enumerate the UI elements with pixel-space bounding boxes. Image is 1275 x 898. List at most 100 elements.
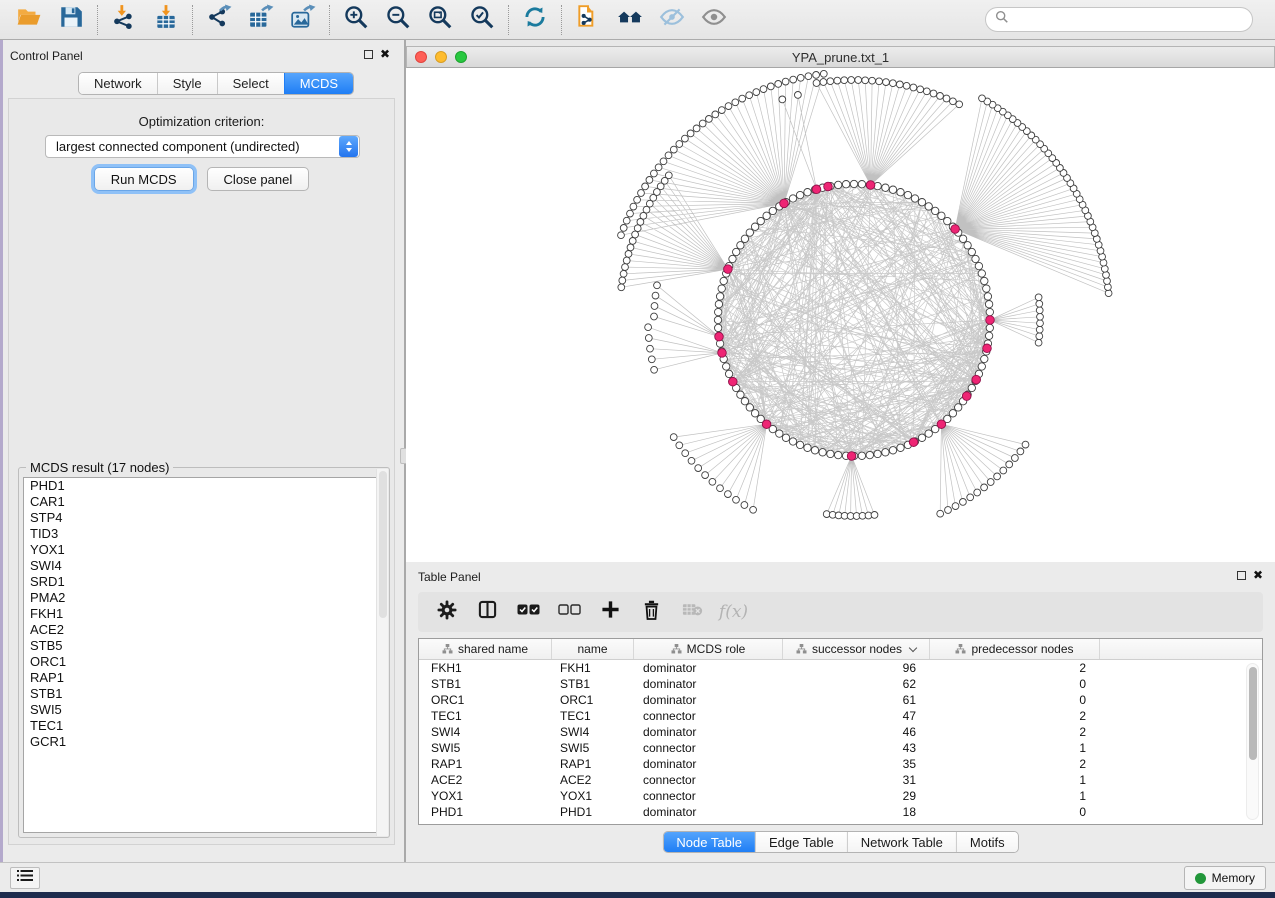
plus-icon <box>601 600 620 624</box>
save-session-button[interactable] <box>50 4 92 36</box>
tab-style[interactable]: Style <box>157 73 217 94</box>
add-row-button[interactable] <box>592 597 629 627</box>
column-header-predecessor-nodes[interactable]: predecessor nodes <box>930 639 1100 659</box>
network-title-bar[interactable]: YPA_prune.txt_1 <box>406 46 1275 68</box>
mcds-result-item[interactable]: STB1 <box>24 686 384 702</box>
table-row[interactable]: YOX1YOX1connector291 <box>419 788 1262 804</box>
table-cell: connector <box>634 789 783 803</box>
refresh-button[interactable] <box>514 4 556 36</box>
column-header-shared-name[interactable]: shared name <box>419 639 552 659</box>
network-canvas-svg[interactable] <box>406 68 1275 562</box>
table-cell: dominator <box>634 661 783 675</box>
node-table-body: FKH1FKH1dominator962STB1STB1dominator620… <box>419 660 1262 820</box>
run-mcds-button[interactable]: Run MCDS <box>94 167 194 191</box>
table-row[interactable]: ACE2ACE2connector311 <box>419 772 1262 788</box>
function-builder-button[interactable]: f(x) <box>715 597 752 627</box>
delete-table-button[interactable] <box>674 597 711 627</box>
first-neighbors-button[interactable] <box>609 4 651 36</box>
export-table-button[interactable] <box>240 4 282 36</box>
column-header-successor-nodes[interactable]: successor nodes <box>783 639 930 659</box>
mcds-result-item[interactable]: PMA2 <box>24 590 384 606</box>
table-row[interactable]: SWI4SWI4dominator462 <box>419 724 1262 740</box>
mcds-result-item[interactable]: STB5 <box>24 638 384 654</box>
table-cell: STB1 <box>552 677 634 691</box>
table-row[interactable]: RAP1RAP1dominator352 <box>419 756 1262 772</box>
export-network-button[interactable] <box>198 4 240 36</box>
table-cell: connector <box>634 773 783 787</box>
table-row[interactable]: PHD1PHD1dominator180 <box>419 804 1262 820</box>
table-cell: TEC1 <box>419 709 552 723</box>
mcds-result-item[interactable]: PHD1 <box>24 478 384 494</box>
mcds-result-item[interactable]: SWI5 <box>24 702 384 718</box>
close-panel-icon[interactable]: ✖ <box>380 50 390 59</box>
toolbar-separator <box>192 5 193 35</box>
table-row[interactable]: STB1STB1dominator620 <box>419 676 1262 692</box>
tab-motifs[interactable]: Motifs <box>956 832 1018 852</box>
task-history-button[interactable] <box>10 867 40 889</box>
mcds-result-item[interactable]: TID3 <box>24 526 384 542</box>
table-scrollbar[interactable] <box>1246 663 1259 820</box>
mcds-result-item[interactable]: YOX1 <box>24 542 384 558</box>
column-header-name[interactable]: name <box>552 639 634 659</box>
mcds-result-item[interactable]: STP4 <box>24 510 384 526</box>
zoom-out-button[interactable] <box>377 4 419 36</box>
open-session-button[interactable] <box>8 4 50 36</box>
table-panel: Table Panel ✖ <box>406 562 1275 862</box>
tab-mcds[interactable]: MCDS <box>284 73 353 94</box>
search-box[interactable] <box>985 7 1253 32</box>
mcds-result-item[interactable]: CAR1 <box>24 494 384 510</box>
select-all-button[interactable] <box>510 597 547 627</box>
optimization-dropdown[interactable]: largest connected component (undirected) <box>45 135 360 158</box>
table-row[interactable]: TEC1TEC1connector472 <box>419 708 1262 724</box>
column-header-mcds-role[interactable]: MCDS role <box>634 639 783 659</box>
eye-slash-icon <box>659 4 685 35</box>
show-all-button[interactable] <box>693 4 735 36</box>
table-cell: 2 <box>930 661 1100 675</box>
tab-edge-table[interactable]: Edge Table <box>755 832 847 852</box>
duplicate-network-button[interactable] <box>567 4 609 36</box>
dropdown-stepper-icon <box>339 136 358 157</box>
zoom-fit-button[interactable] <box>419 4 461 36</box>
table-row[interactable]: ORC1ORC1dominator610 <box>419 692 1262 708</box>
tab-select[interactable]: Select <box>217 73 284 94</box>
tab-network-table[interactable]: Network Table <box>847 832 956 852</box>
import-network-button[interactable] <box>103 4 145 36</box>
memory-button[interactable]: Memory <box>1184 866 1266 890</box>
float-table-panel-icon[interactable] <box>1237 571 1246 580</box>
close-panel-button[interactable]: Close panel <box>207 167 310 191</box>
export-image-button[interactable] <box>282 4 324 36</box>
org-chart-icon <box>442 644 453 654</box>
sort-descending-icon <box>909 643 917 651</box>
search-input[interactable] <box>1014 13 1243 27</box>
duplicate-network-icon <box>575 4 601 35</box>
import-table-button[interactable] <box>145 4 187 36</box>
tab-node-table[interactable]: Node Table <box>663 832 755 852</box>
mcds-list-scrollbar[interactable] <box>376 469 388 836</box>
table-cell: connector <box>634 709 783 723</box>
delete-row-button[interactable] <box>633 597 670 627</box>
mcds-result-item[interactable]: SRD1 <box>24 574 384 590</box>
mcds-result-item[interactable]: SWI4 <box>24 558 384 574</box>
mcds-result-item[interactable]: ORC1 <box>24 654 384 670</box>
float-panel-icon[interactable] <box>364 50 373 59</box>
zoom-selected-button[interactable] <box>461 4 503 36</box>
deselect-all-button[interactable] <box>551 597 588 627</box>
tab-network[interactable]: Network <box>79 73 157 94</box>
hide-selected-button[interactable] <box>651 4 693 36</box>
table-row[interactable]: FKH1FKH1dominator962 <box>419 660 1262 676</box>
table-toolbar: f(x) <box>418 592 1263 632</box>
mcds-result-item[interactable]: RAP1 <box>24 670 384 686</box>
table-row[interactable]: SWI5SWI5connector431 <box>419 740 1262 756</box>
mcds-result-item[interactable]: ACE2 <box>24 622 384 638</box>
table-settings-button[interactable] <box>428 597 465 627</box>
mcds-result-title: MCDS result (17 nodes) <box>26 460 173 475</box>
export-table-icon <box>248 4 274 35</box>
mcds-result-item[interactable]: FKH1 <box>24 606 384 622</box>
mcds-result-item[interactable]: GCR1 <box>24 734 384 750</box>
open-folder-icon <box>16 4 42 35</box>
mcds-result-item[interactable]: TEC1 <box>24 718 384 734</box>
show-column-button[interactable] <box>469 597 506 627</box>
zoom-in-button[interactable] <box>335 4 377 36</box>
mcds-result-list[interactable]: PHD1CAR1STP4TID3YOX1SWI4SRD1PMA2FKH1ACE2… <box>23 477 385 833</box>
close-table-panel-icon[interactable]: ✖ <box>1253 571 1263 580</box>
